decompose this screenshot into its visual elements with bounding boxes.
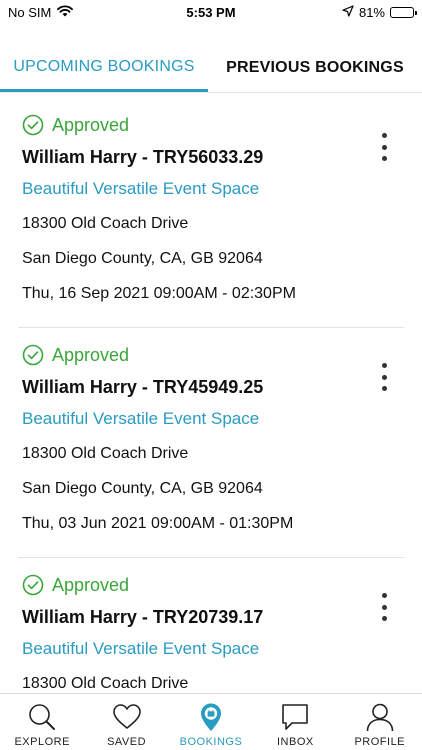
battery-percent: 81%	[358, 4, 385, 20]
more-dot-icon	[381, 604, 387, 610]
status-left: No SIM	[8, 4, 74, 20]
more-dot-icon	[381, 386, 387, 391]
check-circle-icon	[22, 344, 44, 366]
more-options-button[interactable]	[374, 133, 394, 161]
booking-datetime: Thu, 03 Jun 2021 09:00AM - 01:30PM	[22, 515, 294, 532]
check-circle-icon	[22, 574, 44, 596]
nav-saved[interactable]: SAVED	[85, 702, 169, 748]
bookings-list[interactable]: Approved William Harry - TRY56033.29 Bea…	[0, 97, 422, 693]
nav-profile[interactable]: PROFILE	[338, 702, 422, 748]
booking-status: Approved	[22, 113, 400, 137]
carrier-label: No SIM	[8, 4, 52, 20]
user-icon	[365, 702, 395, 732]
booking-title: William Harry - TRY56033.29	[22, 147, 264, 167]
status-bar: No SIM 5:53 PM 81%	[0, 0, 422, 24]
booking-card[interactable]: Approved William Harry - TRY20739.17 Bea…	[0, 557, 422, 693]
nav-label: INBOX	[276, 736, 314, 748]
status-right: 81%	[342, 4, 417, 20]
nav-label: EXPLORE	[14, 736, 70, 748]
nav-inbox[interactable]: INBOX	[253, 702, 337, 748]
booking-title: William Harry - TRY20739.17	[22, 607, 264, 627]
venue-link[interactable]: Beautiful Versatile Event Space	[22, 177, 400, 201]
wifi-icon	[57, 4, 74, 20]
heart-icon	[112, 702, 142, 732]
more-dot-icon	[381, 363, 387, 368]
more-dot-icon	[381, 156, 387, 161]
venue-link[interactable]: Beautiful Versatile Event Space	[22, 637, 400, 661]
address-line1: 18300 Old Coach Drive	[22, 445, 189, 462]
booking-status: Approved	[22, 343, 400, 367]
tabs-divider	[0, 92, 422, 93]
search-icon	[27, 702, 57, 732]
address-line1: 18300 Old Coach Drive	[22, 215, 189, 232]
nav-bookings[interactable]: BOOKINGS	[169, 702, 253, 748]
more-dot-icon	[381, 133, 387, 138]
location-arrow-icon	[342, 4, 354, 20]
bottom-nav: EXPLORE SAVED BOOKINGS INBOX PROFILE	[0, 693, 422, 750]
battery-icon	[390, 6, 417, 18]
tab-upcoming-bookings[interactable]: UPCOMING BOOKINGS	[0, 44, 208, 92]
more-dot-icon	[381, 593, 387, 598]
status-label: Approved	[52, 114, 130, 135]
booking-card[interactable]: Approved William Harry - TRY56033.29 Bea…	[0, 97, 422, 327]
booking-status: Approved	[22, 573, 400, 597]
more-options-button[interactable]	[374, 363, 394, 391]
address-line1: 18300 Old Coach Drive	[22, 675, 189, 692]
more-options-button[interactable]	[374, 593, 394, 621]
address-line2: San Diego County, CA, GB 92064	[22, 480, 263, 497]
venue-link[interactable]: Beautiful Versatile Event Space	[22, 407, 400, 431]
more-dot-icon	[381, 144, 387, 150]
nav-label: SAVED	[107, 736, 147, 748]
status-label: Approved	[52, 574, 130, 595]
status-label: Approved	[52, 344, 130, 365]
bookings-pin-icon	[196, 702, 226, 732]
tab-previous-bookings[interactable]: PREVIOUS BOOKINGS	[208, 44, 422, 92]
address-line2: San Diego County, CA, GB 92064	[22, 250, 263, 267]
nav-label: PROFILE	[354, 736, 406, 748]
booking-card[interactable]: Approved William Harry - TRY45949.25 Bea…	[0, 327, 422, 557]
booking-datetime: Thu, 16 Sep 2021 09:00AM - 02:30PM	[22, 285, 296, 302]
check-circle-icon	[22, 114, 44, 136]
booking-tabs: UPCOMING BOOKINGS PREVIOUS BOOKINGS	[0, 44, 422, 92]
nav-label: BOOKINGS	[179, 736, 243, 748]
nav-explore[interactable]: EXPLORE	[0, 702, 84, 748]
more-dot-icon	[381, 616, 387, 621]
booking-title: William Harry - TRY45949.25	[22, 377, 264, 397]
app-screen: No SIM 5:53 PM 81% UPCOMING BOOKINGS PRE…	[0, 0, 422, 750]
more-dot-icon	[381, 374, 387, 380]
chat-icon	[280, 702, 310, 732]
